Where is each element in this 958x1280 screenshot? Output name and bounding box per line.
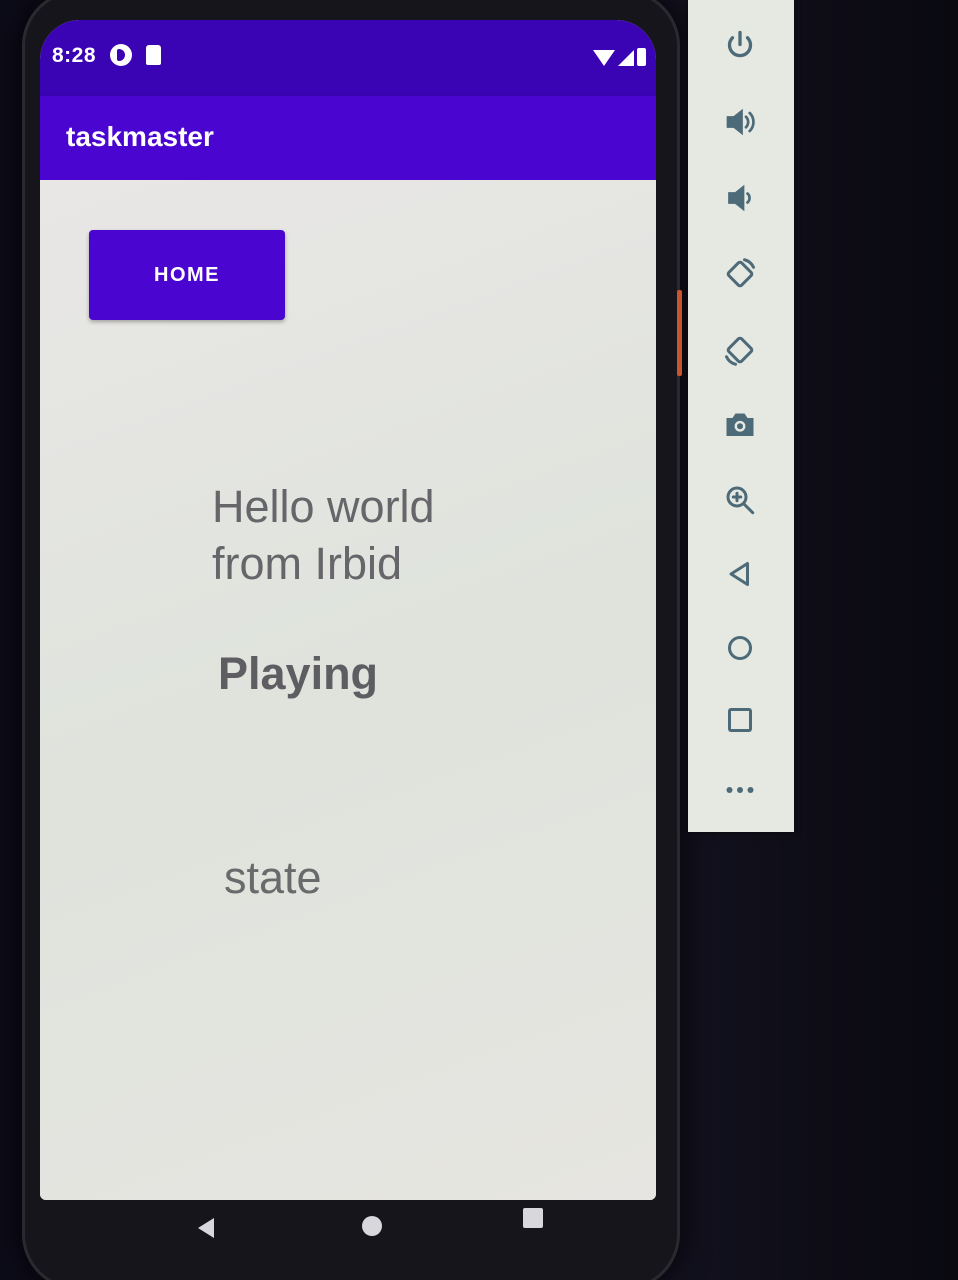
recents-icon[interactable] xyxy=(523,1208,543,1228)
power-button-accent xyxy=(677,290,682,376)
emulator-window: 8:28 taskmaster HOME Hello world from Ir… xyxy=(0,0,958,1280)
battery-icon xyxy=(637,48,646,66)
back-icon[interactable] xyxy=(718,552,762,596)
notification-app-icon xyxy=(110,44,132,66)
hello-text: Hello world from Irbid xyxy=(212,481,435,589)
more-icon[interactable] xyxy=(718,768,762,812)
rotate-left-icon[interactable] xyxy=(718,252,762,296)
volume-up-icon[interactable] xyxy=(718,100,762,144)
device-screen: 8:28 taskmaster HOME Hello world from Ir… xyxy=(40,20,656,1200)
power-icon[interactable] xyxy=(718,24,762,68)
app-title: taskmaster xyxy=(66,121,214,152)
home-button[interactable]: HOME xyxy=(89,230,285,320)
back-icon[interactable] xyxy=(198,1218,214,1238)
zoom-in-icon[interactable] xyxy=(718,478,762,522)
home-icon[interactable] xyxy=(362,1216,382,1236)
home-icon[interactable] xyxy=(718,626,762,670)
system-nav-bar xyxy=(70,1200,650,1260)
rotate-right-icon[interactable] xyxy=(718,328,762,372)
app-bar: taskmaster xyxy=(40,96,656,180)
status-indicators xyxy=(593,48,646,66)
volume-down-icon[interactable] xyxy=(718,176,762,220)
main-content: HOME Hello world from Irbid Playing stat… xyxy=(40,180,656,1200)
playing-text: Playing xyxy=(218,648,379,699)
signal-icon xyxy=(618,50,634,66)
status-bar: 8:28 xyxy=(40,20,656,96)
overview-icon[interactable] xyxy=(718,698,762,742)
camera-icon[interactable] xyxy=(718,402,762,446)
sd-card-icon xyxy=(146,45,161,65)
status-time: 8:28 xyxy=(52,44,97,67)
state-text: state xyxy=(224,852,322,903)
emulator-toolbar xyxy=(688,0,794,832)
wifi-icon xyxy=(593,50,615,66)
